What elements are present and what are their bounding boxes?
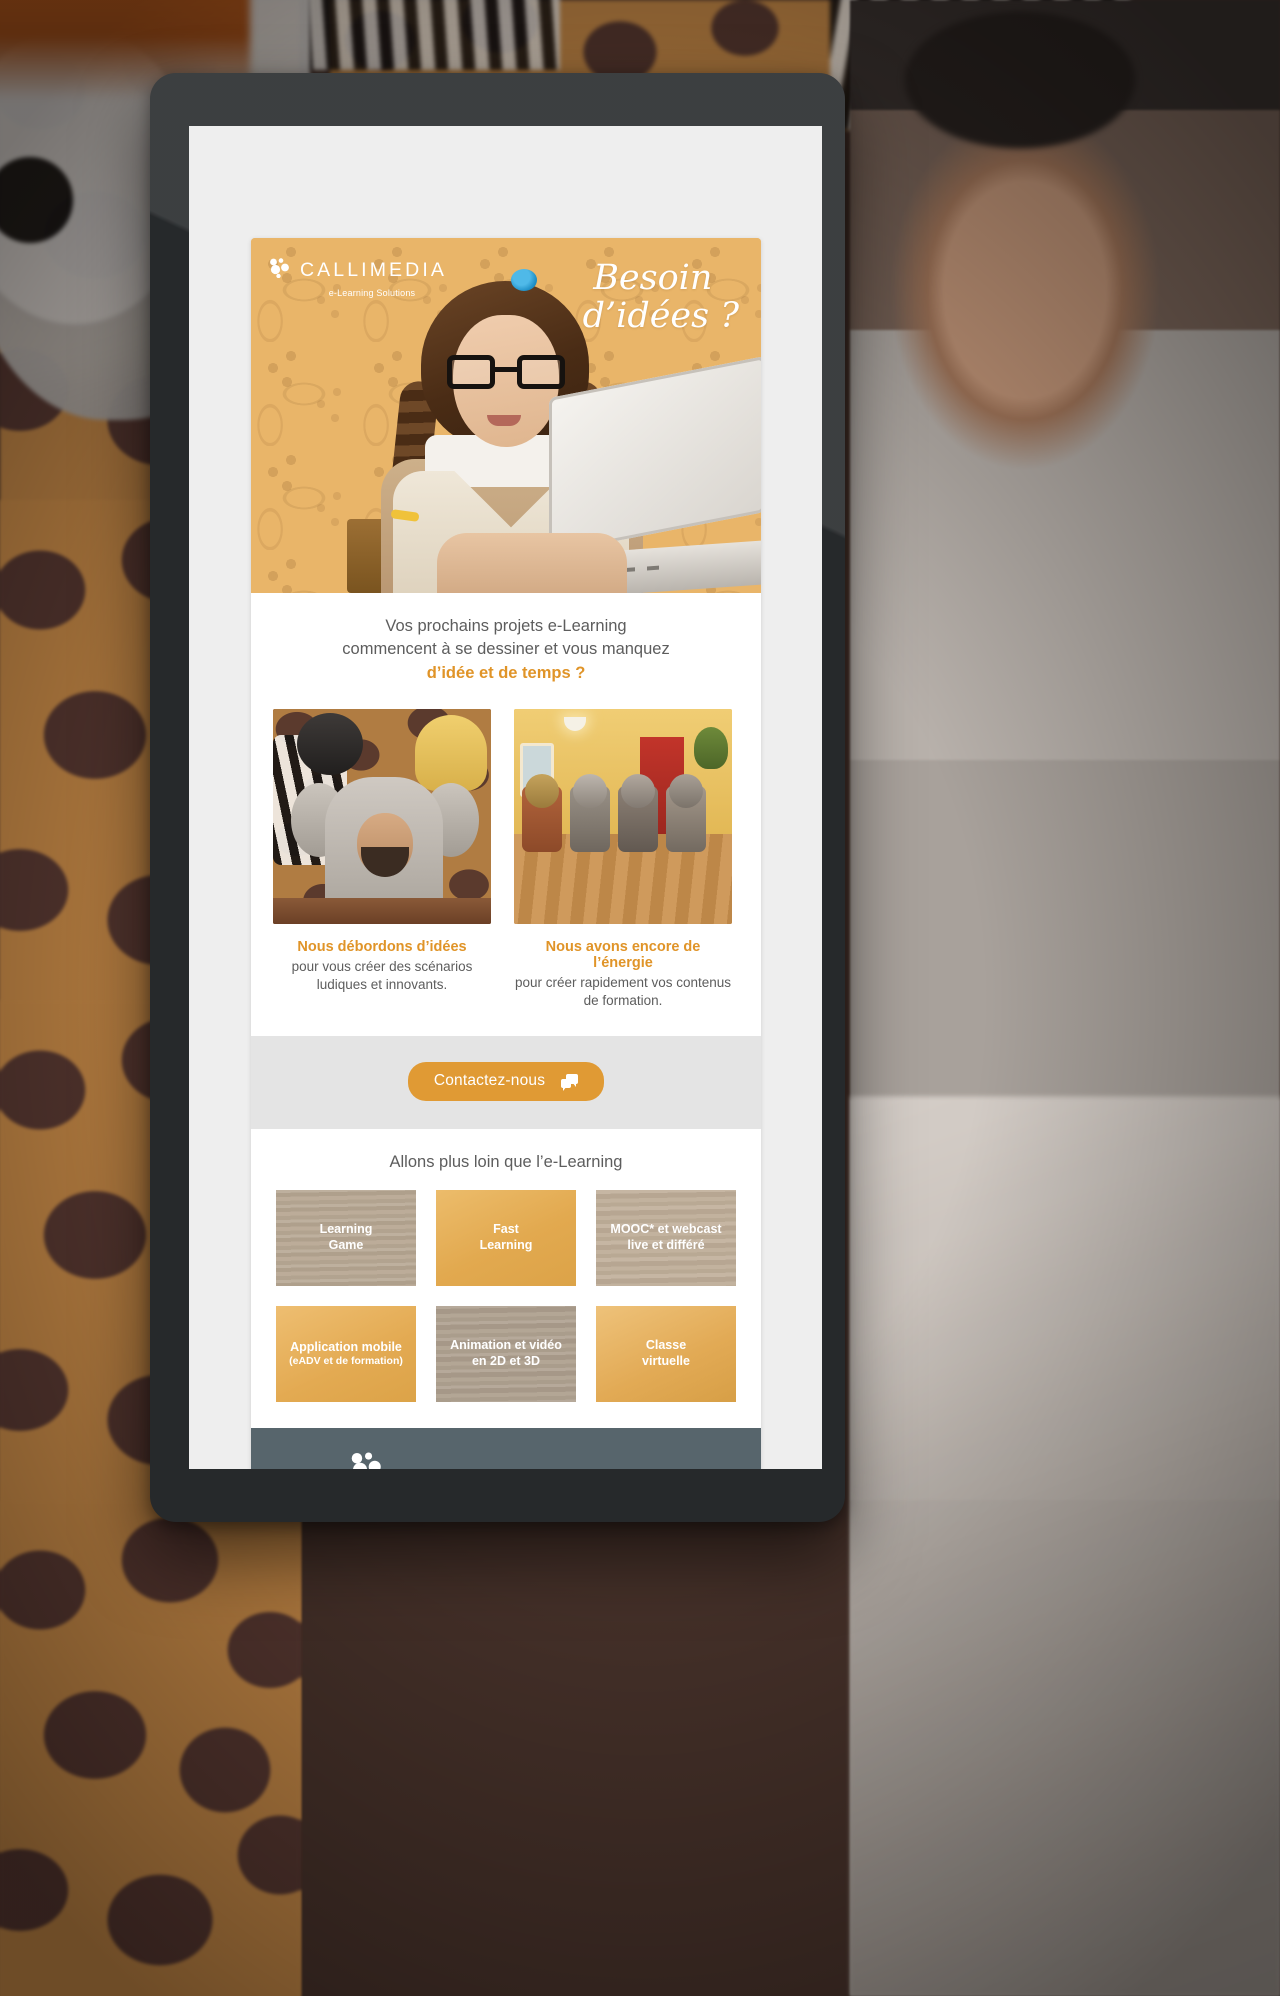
feature-card: Nous débordons d’idées pour vous créer d… bbox=[273, 709, 491, 1010]
linkedin-icon[interactable] bbox=[592, 1468, 614, 1469]
intro-line-2: commencent à se dessiner et vous manquez bbox=[342, 640, 670, 659]
hero-headline: Besoin d’idées ? bbox=[567, 258, 739, 336]
hands-on-keyboard bbox=[437, 533, 627, 593]
services-section: Allons plus loin que l’e-Learning Learni… bbox=[251, 1129, 761, 1429]
lens-left bbox=[447, 355, 495, 389]
tile-line2: live et différé bbox=[627, 1238, 705, 1253]
floor bbox=[273, 898, 491, 925]
twitter-icon[interactable] bbox=[535, 1468, 557, 1469]
services-heading: Allons plus loin que l’e-Learning bbox=[389, 1153, 623, 1172]
yellow-costume-head bbox=[415, 715, 487, 792]
card-body-line1: pour vous créer des scénarios bbox=[291, 959, 473, 975]
laptop-lid bbox=[549, 356, 761, 554]
card-body-line1: pour créer rapidement vos contenus bbox=[514, 975, 732, 991]
tile-animation-video[interactable]: Animation et vidéo en 2D et 3D bbox=[436, 1306, 576, 1403]
tile-line1: Classe bbox=[645, 1338, 687, 1353]
services-tile-grid: Learning Game Fast Learning MOOC* et web… bbox=[273, 1190, 739, 1403]
tablet-screen: CALLIMEDIA e-Learning Solutions Besoin d… bbox=[189, 126, 822, 1469]
email-newsletter: CALLIMEDIA e-Learning Solutions Besoin d… bbox=[251, 238, 761, 1469]
tile-line1: MOOC* et webcast bbox=[610, 1222, 722, 1237]
cta-band: Contactez-nous bbox=[251, 1036, 761, 1130]
intro-copy: Vos prochains projets e-Learning commenc… bbox=[251, 593, 761, 689]
card-body-line2: de formation. bbox=[583, 993, 663, 1009]
plant bbox=[694, 727, 728, 770]
tile-line2: Learning bbox=[479, 1238, 533, 1253]
card-body-line2: ludiques et innovants. bbox=[316, 977, 448, 993]
hero-headline-line1: Besoin bbox=[593, 258, 713, 298]
photo-animal-costumes-waiting-room bbox=[514, 709, 732, 925]
tile-line1: Learning bbox=[319, 1222, 373, 1237]
glasses-bridge bbox=[495, 367, 517, 372]
tile-line1: Animation et vidéo bbox=[450, 1338, 562, 1353]
header-logo: CALLIMEDIA e-Learning Solutions bbox=[269, 258, 447, 298]
contact-button[interactable]: Contactez-nous bbox=[407, 1062, 605, 1102]
blue-hair-bow bbox=[511, 269, 537, 291]
tile-line2: en 2D et 3D bbox=[471, 1354, 541, 1369]
intro-line-1: Vos prochains projets e-Learning bbox=[385, 617, 627, 635]
tile-mooc-webcast[interactable]: MOOC* et webcast live et différé bbox=[596, 1190, 736, 1287]
tile-line1: Application mobile bbox=[290, 1339, 402, 1354]
tile-line2: (eADV et de formation) bbox=[289, 1355, 403, 1368]
feature-card: Nous avons encore de l’énergie pour crée… bbox=[514, 709, 732, 1010]
callimedia-molecule-icon bbox=[269, 258, 291, 283]
youtube-play-icon[interactable] bbox=[478, 1468, 500, 1469]
tile-line1: Fast bbox=[493, 1222, 519, 1237]
card-body: pour créer rapidement vos contenus de fo… bbox=[514, 974, 732, 1010]
tile-learning-game[interactable]: Learning Game bbox=[276, 1190, 416, 1287]
card-body: pour vous créer des scénarios ludiques e… bbox=[273, 958, 491, 994]
hero-banner: CALLIMEDIA e-Learning Solutions Besoin d… bbox=[251, 238, 761, 593]
feature-cards: Nous débordons d’idées pour vous créer d… bbox=[251, 689, 761, 1036]
mouse-costume-head bbox=[297, 713, 363, 776]
tile-line2: Game bbox=[328, 1238, 364, 1253]
logo-tagline: e-Learning Solutions bbox=[328, 288, 416, 298]
footer-logo[interactable]: CALLIMEDIA bbox=[277, 1452, 456, 1469]
card-title: Nous débordons d’idées bbox=[297, 939, 467, 956]
tile-line2: virtuelle bbox=[642, 1354, 690, 1369]
callimedia-molecule-icon bbox=[277, 1452, 456, 1469]
tablet-device: CALLIMEDIA e-Learning Solutions Besoin d… bbox=[150, 73, 845, 1522]
contact-button-label: Contactez-nous bbox=[433, 1072, 546, 1090]
card-title: Nous avons encore de l’énergie bbox=[545, 939, 701, 972]
photo-animal-costumes-group bbox=[273, 709, 491, 925]
tile-classe-virtuelle[interactable]: Classe virtuelle bbox=[596, 1306, 736, 1403]
footer-social-links bbox=[478, 1468, 614, 1469]
hero-headline-line2: d’idées ? bbox=[582, 295, 739, 336]
speech-bubbles-icon bbox=[561, 1073, 579, 1091]
tile-fast-learning[interactable]: Fast Learning bbox=[436, 1190, 576, 1287]
logo-wordmark: CALLIMEDIA bbox=[300, 258, 447, 281]
tile-application-mobile[interactable]: Application mobile (eADV et de formation… bbox=[276, 1306, 416, 1403]
intro-line-3-accent: d’idée et de temps ? bbox=[426, 663, 586, 682]
email-footer: CALLIMEDIA bbox=[251, 1428, 761, 1469]
